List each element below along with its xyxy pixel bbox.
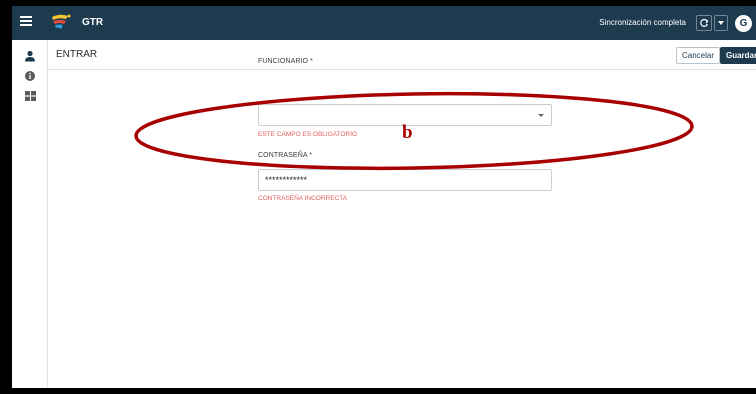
menu-icon[interactable] [20,16,34,28]
app-window: GTR Sincronización completa G ENTRAR Can… [12,6,756,388]
user-avatar[interactable]: G [735,15,752,32]
sync-status: Sincronización completa [599,18,686,27]
chevron-down-icon [538,114,544,117]
page-title: ENTRAR [56,49,98,60]
funcionario-label: FUNCIONARIO * [258,58,313,65]
password-field[interactable] [258,169,552,191]
sub-header: ENTRAR Cancelar Guardar [48,40,756,70]
top-bar: GTR Sincronización completa G [12,6,756,40]
chevron-down-icon [718,21,724,25]
sync-button[interactable] [696,15,712,31]
annotation-label: b [402,122,413,143]
info-icon [25,71,35,81]
gtr-logo-icon [52,14,71,29]
sidebar-item-grid[interactable] [12,86,48,106]
cancel-button[interactable]: Cancelar [676,47,721,64]
app-title: GTR [82,17,104,28]
sidebar-item-info[interactable] [12,66,48,86]
funcionario-error: ESTE CAMPO ES OBLIGATORIO [258,131,358,138]
save-button[interactable]: Guardar [720,47,756,64]
sidebar [12,40,48,388]
password-label: CONTRASEÑA * [258,152,313,159]
password-error: CONTRASEÑA INCORRECTA [258,195,348,202]
sidebar-item-user[interactable] [12,46,48,66]
sync-dropdown-button[interactable] [714,15,728,31]
grid-icon [24,91,36,101]
sync-icon [700,18,709,27]
user-icon [25,50,35,62]
